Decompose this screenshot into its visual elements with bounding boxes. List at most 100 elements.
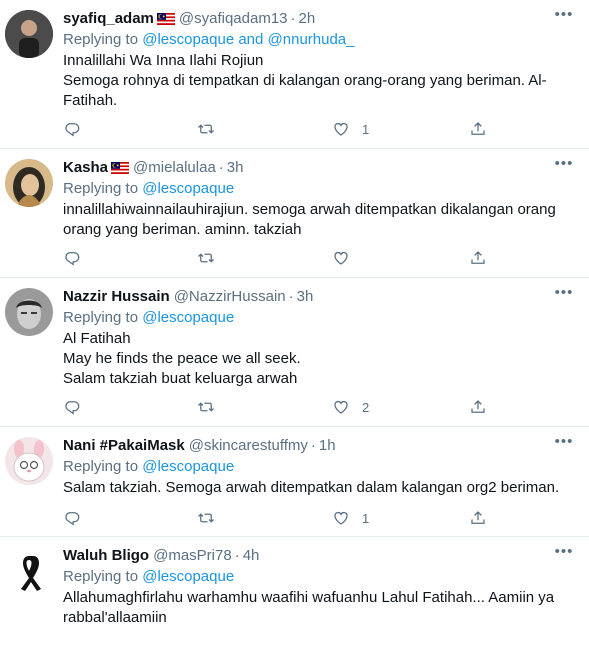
timestamp[interactable]: 2h xyxy=(299,10,316,27)
tweet[interactable]: Waluh Bligo @masPri78 · 4h ••• Replying to … xyxy=(0,537,589,662)
like-icon xyxy=(334,512,348,525)
share-button[interactable] xyxy=(469,248,487,268)
avatar[interactable] xyxy=(5,10,53,58)
user-handle[interactable]: @masPri78 xyxy=(153,547,232,564)
user-handle[interactable]: @syafiqadam13 xyxy=(179,10,288,27)
more-options-icon[interactable]: ••• xyxy=(553,434,575,455)
user-handle[interactable]: @NazzirHussain xyxy=(174,288,286,305)
like-button[interactable]: 2 xyxy=(332,397,369,417)
malaysia-flag-icon xyxy=(111,160,130,179)
like-button[interactable]: 1 xyxy=(332,508,369,528)
tweet-actions: 2 xyxy=(63,397,575,417)
like-count: 1 xyxy=(362,510,370,526)
share-button[interactable] xyxy=(469,397,487,417)
tweet-text: Allahumaghfirlahu warhamhu waafihi wafua… xyxy=(63,588,575,628)
replying-to: Replying to @lescopaque xyxy=(63,308,575,328)
tweet-text-line: orang yang beriman. aminn. takziah xyxy=(63,221,302,238)
retweet-button[interactable] xyxy=(197,119,215,139)
retweet-button[interactable] xyxy=(197,397,215,417)
avatar-image xyxy=(5,288,53,336)
replying-prefix: Replying to xyxy=(63,180,143,197)
replying-to-link[interactable]: @lescopaque xyxy=(142,458,234,475)
like-count: 1 xyxy=(362,121,370,137)
reply-button[interactable] xyxy=(63,397,81,417)
replying-prefix: Replying to xyxy=(63,31,143,48)
tweet-text-line: Semoga rohnya di tempatkan di kalangan o… xyxy=(63,72,547,89)
more-options-icon[interactable]: ••• xyxy=(553,285,575,306)
replying-prefix: Replying to xyxy=(63,309,143,326)
tweet-text-line: Salam takziah buat keluarga arwah xyxy=(63,370,298,387)
tweet-actions: 1 xyxy=(63,508,575,528)
replying-to-link[interactable]: @lescopaque and @nnurhuda_ xyxy=(142,31,354,48)
tweet[interactable]: Kasha @mielalulaa · 3h ••• Replying to @les… xyxy=(0,149,589,278)
more-options-icon[interactable]: ••• xyxy=(553,156,575,177)
retweet-icon xyxy=(198,253,214,263)
replying-to: Replying to @lescopaque xyxy=(63,457,575,477)
display-name[interactable]: Nani #PakaiMask xyxy=(63,437,185,454)
like-button[interactable]: 1 xyxy=(332,119,369,139)
tweet[interactable]: syafiq_adam @syafiqadam13 · 2h ••• Replying… xyxy=(0,0,589,149)
tweet-text-line: Fatihah. xyxy=(63,92,118,109)
malaysia-flag-icon xyxy=(156,11,175,30)
share-button[interactable] xyxy=(469,119,487,139)
more-options-icon[interactable]: ••• xyxy=(553,544,575,565)
tweet-text-line: May he finds the peace we all seek. xyxy=(63,350,301,367)
user-handle[interactable]: @skincarestuffmy xyxy=(189,437,308,454)
retweet-icon xyxy=(198,402,214,412)
display-name[interactable]: Waluh Bligo xyxy=(63,547,149,564)
replying-to-link[interactable]: @lescopaque xyxy=(142,309,234,326)
timestamp[interactable]: 1h xyxy=(319,437,336,454)
reply-icon xyxy=(65,252,80,266)
separator-dot: · xyxy=(290,10,296,27)
reply-icon xyxy=(65,512,80,526)
retweet-icon xyxy=(198,124,214,134)
separator-dot: · xyxy=(288,288,294,305)
display-name[interactable]: Nazzir Hussain xyxy=(63,288,170,305)
tweet[interactable]: Nani #PakaiMask @skincarestuffmy · 1h ••• R… xyxy=(0,427,589,537)
timestamp[interactable]: 4h xyxy=(243,547,260,564)
retweet-button[interactable] xyxy=(197,248,215,268)
avatar[interactable] xyxy=(5,437,53,485)
tweet-text: Salam takziah. Semoga arwah ditempatkan … xyxy=(63,478,575,498)
retweet-button[interactable] xyxy=(197,508,215,528)
like-button[interactable] xyxy=(332,248,362,268)
more-options-icon[interactable]: ••• xyxy=(553,7,575,28)
avatar[interactable] xyxy=(5,159,53,207)
reply-feed: syafiq_adam @syafiqadam13 · 2h ••• Replying… xyxy=(0,0,589,662)
replying-prefix: Replying to xyxy=(63,458,143,475)
tweet-text-line: innalillahiwainnailauhirajiun. semoga ar… xyxy=(63,201,556,218)
tweet-text: innalillahiwainnailauhirajiun. semoga ar… xyxy=(63,200,575,240)
display-name[interactable]: Kasha xyxy=(63,159,108,176)
avatar[interactable] xyxy=(5,547,53,595)
tweet-text-line: rabbal'allaamiin xyxy=(63,609,167,626)
like-count: 2 xyxy=(362,399,370,415)
tweet-text-line: Al Fatihah xyxy=(63,330,131,347)
tweet-text-line: Innalillahi Wa Inna Ilahi Rojiun xyxy=(63,52,264,69)
tweet-text-line: Salam takziah. Semoga arwah ditempatkan … xyxy=(63,479,560,496)
tweet-actions xyxy=(63,248,575,268)
replying-prefix: Replying to xyxy=(63,568,143,585)
replying-to: Replying to @lescopaque and @nnurhuda_ xyxy=(63,30,575,50)
reply-button[interactable] xyxy=(63,508,81,528)
replying-to-link[interactable]: @lescopaque xyxy=(142,568,234,585)
reply-button[interactable] xyxy=(63,248,81,268)
replying-to-link[interactable]: @lescopaque xyxy=(142,180,234,197)
replying-to: Replying to @lescopaque xyxy=(63,567,575,587)
display-name[interactable]: syafiq_adam xyxy=(63,10,154,27)
like-icon xyxy=(334,252,348,265)
timestamp[interactable]: 3h xyxy=(297,288,314,305)
tweet[interactable]: Nazzir Hussain @NazzirHussain · 3h ••• Repl… xyxy=(0,278,589,427)
user-handle[interactable]: @mielalulaa xyxy=(133,159,216,176)
timestamp[interactable]: 3h xyxy=(227,159,244,176)
reply-icon xyxy=(65,123,80,137)
share-icon xyxy=(471,122,485,135)
avatar-image xyxy=(5,10,53,58)
share-icon xyxy=(471,511,485,524)
avatar-image xyxy=(5,437,53,485)
retweet-icon xyxy=(198,513,214,523)
tweet-text-line: Allahumaghfirlahu warhamhu waafihi wafua… xyxy=(63,589,555,606)
reply-button[interactable] xyxy=(63,119,81,139)
avatar[interactable] xyxy=(5,288,53,336)
black-ribbon-icon xyxy=(5,547,53,595)
share-button[interactable] xyxy=(469,508,487,528)
